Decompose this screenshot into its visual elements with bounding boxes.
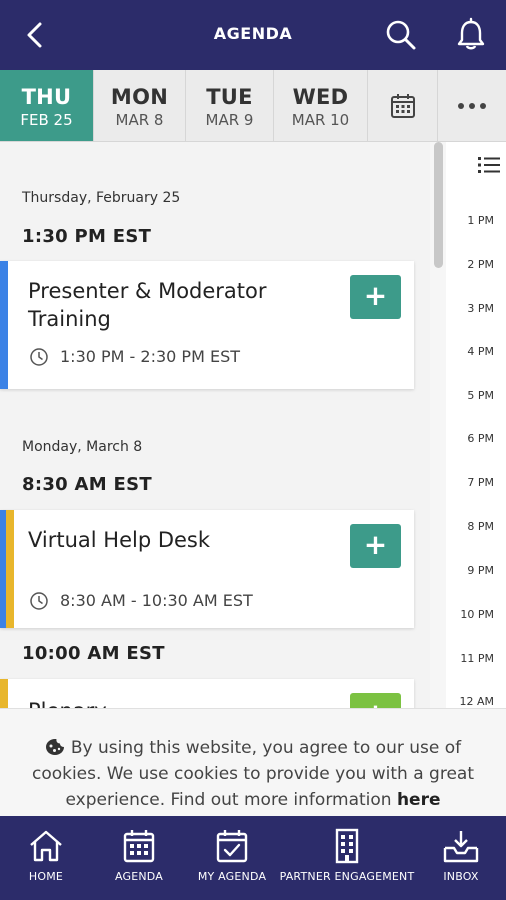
- hour-label: 4 PM: [467, 345, 494, 358]
- hour-label: 6 PM: [467, 432, 494, 445]
- hour-label: 12 AM: [459, 695, 494, 708]
- calendar-icon: [390, 93, 415, 118]
- bottom-nav: HOME AGENDA MY AGENDA PARTNER ENGAGEMENT: [0, 816, 506, 900]
- add-to-agenda-button[interactable]: +: [350, 524, 401, 568]
- calendar-picker-button[interactable]: [368, 70, 438, 141]
- session-time: 8:30 AM - 10:30 AM EST: [60, 591, 253, 610]
- session-title: Virtual Help Desk: [28, 528, 211, 552]
- bell-icon[interactable]: [453, 17, 489, 53]
- search-icon[interactable]: [383, 17, 419, 53]
- add-to-agenda-button[interactable]: +: [350, 275, 401, 319]
- session-card[interactable]: Virtual Help Desk 8:30 AM - 10:30 AM EST…: [0, 510, 414, 628]
- date-tab-thu[interactable]: THU FEB 25: [0, 70, 94, 141]
- date-tab-date: MAR 9: [205, 111, 254, 129]
- hour-label: 9 PM: [467, 564, 494, 577]
- session-time: 1:30 PM - 2:30 PM EST: [60, 347, 241, 366]
- app-header: AGENDA: [0, 0, 506, 70]
- nav-agenda[interactable]: AGENDA: [92, 816, 186, 900]
- hour-label: 1 PM: [467, 214, 494, 227]
- date-tab-date: MAR 8: [115, 111, 164, 129]
- nav-label: AGENDA: [114, 870, 164, 883]
- session-title: Presenter & Moderator Training: [28, 279, 267, 331]
- building-icon: [335, 828, 359, 864]
- day-label: Thursday, February 25: [22, 190, 181, 206]
- calendar-grid-icon: [123, 830, 155, 863]
- clock-icon: [30, 592, 48, 610]
- time-header: 10:00 AM EST: [22, 643, 165, 664]
- date-tab-day: THU: [21, 85, 72, 109]
- hour-label: 5 PM: [467, 389, 494, 402]
- date-tab-bar: THU FEB 25 MON MAR 8 TUE MAR 9 WED MAR 1…: [0, 70, 506, 142]
- nav-partner-engagement[interactable]: PARTNER ENGAGEMENT: [278, 816, 416, 900]
- add-to-agenda-button[interactable]: +: [350, 693, 401, 708]
- inbox-icon: [443, 831, 479, 863]
- hour-label: 8 PM: [467, 520, 494, 533]
- calendar-check-icon: [216, 830, 248, 863]
- cookie-more-link[interactable]: here: [397, 790, 441, 810]
- day-label: Monday, March 8: [22, 439, 143, 455]
- cookie-icon: [45, 739, 64, 755]
- hour-label: 3 PM: [467, 302, 494, 315]
- date-tab-day: TUE: [206, 85, 253, 109]
- date-tab-tue[interactable]: TUE MAR 9: [186, 70, 274, 141]
- nav-label: PARTNER ENGAGEMENT: [279, 870, 415, 883]
- session-color-bar: [0, 261, 8, 389]
- nav-my-agenda[interactable]: MY AGENDA: [186, 816, 278, 900]
- session-card[interactable]: Plenary +: [0, 679, 414, 708]
- page-title: AGENDA: [213, 24, 293, 43]
- list-view-icon[interactable]: [478, 156, 500, 174]
- home-icon: [30, 830, 62, 862]
- nav-label: HOME: [28, 870, 64, 883]
- date-tab-wed[interactable]: WED MAR 10: [274, 70, 368, 141]
- scrollbar-thumb[interactable]: [434, 142, 443, 268]
- session-title: Plenary: [28, 697, 328, 708]
- time-rail: 1 PM 2 PM 3 PM 4 PM 5 PM 6 PM 7 PM 8 PM …: [446, 142, 506, 708]
- hour-label: 11 PM: [460, 652, 494, 665]
- time-header: 1:30 PM EST: [22, 226, 152, 247]
- time-header: 8:30 AM EST: [22, 474, 152, 495]
- date-tab-date: FEB 25: [20, 111, 73, 129]
- agenda-list[interactable]: Thursday, February 25 1:30 PM EST Presen…: [0, 142, 428, 708]
- hour-label: 2 PM: [467, 258, 494, 271]
- clock-icon: [30, 348, 48, 366]
- nav-home[interactable]: HOME: [0, 816, 92, 900]
- date-tab-day: MON: [110, 85, 169, 109]
- date-tab-date: MAR 10: [291, 111, 350, 129]
- more-icon: [458, 102, 486, 109]
- nav-label: MY AGENDA: [197, 870, 267, 883]
- date-tab-mon[interactable]: MON MAR 8: [94, 70, 186, 141]
- nav-label: INBOX: [443, 870, 479, 883]
- cookie-banner: By using this website, you agree to our …: [0, 708, 506, 816]
- hour-label: 7 PM: [467, 476, 494, 489]
- nav-inbox[interactable]: INBOX: [416, 816, 506, 900]
- session-color-bar: [0, 510, 14, 628]
- hour-label: 10 PM: [460, 608, 494, 621]
- session-card[interactable]: Presenter & Moderator Training 1:30 PM -…: [0, 261, 414, 389]
- more-options-button[interactable]: [438, 70, 506, 141]
- session-color-bar: [0, 679, 8, 708]
- date-tab-day: WED: [292, 85, 349, 109]
